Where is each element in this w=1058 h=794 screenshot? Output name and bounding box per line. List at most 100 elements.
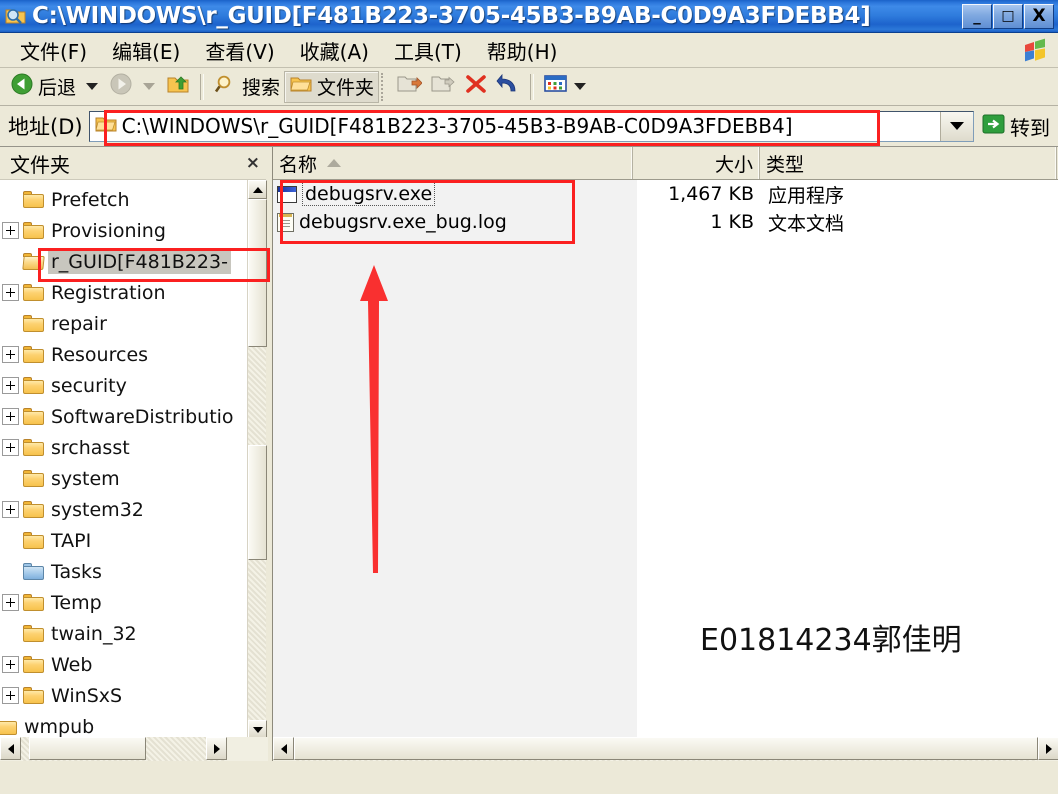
tree-item-srchasst[interactable]: srchasst bbox=[0, 432, 249, 463]
move-to-folder-icon bbox=[396, 73, 423, 100]
views-dropdown-icon[interactable] bbox=[574, 83, 587, 90]
move-to-button[interactable] bbox=[392, 72, 426, 102]
tree-item-r-guid[interactable]: r_GUID[F481B223- bbox=[0, 246, 249, 277]
folder-icon bbox=[23, 594, 45, 611]
expand-plus-icon[interactable] bbox=[2, 594, 19, 611]
folder-icon bbox=[95, 115, 117, 138]
tree-item-web[interactable]: Web bbox=[0, 649, 249, 680]
copy-to-folder-icon bbox=[430, 73, 456, 100]
tree-item-system32[interactable]: system32 bbox=[0, 494, 249, 525]
log-icon bbox=[277, 212, 294, 232]
back-button[interactable]: 后退 bbox=[6, 72, 80, 102]
tree-item-twain-32[interactable]: twain_32 bbox=[0, 618, 249, 649]
expand-plus-icon[interactable] bbox=[2, 656, 19, 673]
forward-button[interactable] bbox=[105, 72, 137, 102]
scrollbar-thumb[interactable] bbox=[248, 199, 267, 347]
scroll-right-button[interactable] bbox=[206, 737, 227, 760]
folder-icon bbox=[23, 439, 45, 456]
folder-icon bbox=[23, 625, 45, 642]
menu-item-edit[interactable]: 编辑(E) bbox=[102, 34, 190, 67]
close-icon: X bbox=[1032, 5, 1046, 26]
address-label: 地址(D) bbox=[8, 115, 83, 139]
scroll-right-button[interactable] bbox=[1038, 737, 1058, 760]
table-row[interactable]: debugsrv.exe 1,467 KB 应用程序 bbox=[273, 180, 1058, 208]
go-button[interactable]: 转到 bbox=[976, 110, 1058, 142]
tree-item-label: twain_32 bbox=[51, 622, 137, 645]
column-header-size[interactable]: 大小 bbox=[633, 147, 760, 179]
tree-item-label: r_GUID[F481B223- bbox=[48, 249, 231, 274]
menu-item-tools[interactable]: 工具(T) bbox=[384, 34, 472, 67]
scrollbar-thumb-secondary[interactable] bbox=[248, 445, 267, 560]
expand-plus-icon[interactable] bbox=[2, 408, 19, 425]
tree-item-tasks[interactable]: Tasks bbox=[0, 556, 249, 587]
tree-item-provisioning[interactable]: Provisioning bbox=[0, 215, 249, 246]
address-dropdown-button[interactable] bbox=[940, 111, 973, 141]
file-name-cell[interactable]: debugsrv.exe bbox=[273, 182, 633, 206]
folders-horizontal-scrollbar[interactable] bbox=[0, 737, 268, 761]
close-icon[interactable]: × bbox=[246, 153, 260, 173]
folders-toggle-button[interactable]: 文件夹 bbox=[284, 70, 380, 103]
tree-item-resources[interactable]: Resources bbox=[0, 339, 249, 370]
folder-icon bbox=[23, 222, 45, 239]
scrollbar-thumb[interactable] bbox=[29, 737, 146, 760]
back-dropdown-icon[interactable] bbox=[86, 83, 99, 90]
file-list-horizontal-scrollbar[interactable] bbox=[273, 737, 1058, 761]
file-name-cell[interactable]: debugsrv.exe_bug.log bbox=[273, 211, 633, 233]
toolbar-grip[interactable] bbox=[381, 72, 388, 101]
tree-item-registration[interactable]: Registration bbox=[0, 277, 249, 308]
scroll-left-button[interactable] bbox=[0, 737, 21, 760]
folder-tree[interactable]: Prefetch Provisioning r_GUID[F481B223- R… bbox=[0, 180, 249, 739]
expand-plus-icon[interactable] bbox=[2, 501, 19, 518]
minimize-button[interactable]: _ bbox=[962, 3, 992, 29]
maximize-button[interactable]: □ bbox=[993, 3, 1023, 29]
views-button[interactable] bbox=[540, 72, 597, 102]
folder-icon bbox=[23, 501, 45, 518]
folders-pane-title: 文件夹 bbox=[10, 152, 70, 177]
file-list-rows: debugsrv.exe 1,467 KB 应用程序 debugsrv.exe_… bbox=[273, 180, 1058, 236]
column-header-type[interactable]: 类型 bbox=[760, 147, 1057, 179]
column-header-name[interactable]: 名称 bbox=[273, 147, 633, 179]
minimize-icon: _ bbox=[973, 6, 981, 25]
tree-item-prefetch[interactable]: Prefetch bbox=[0, 184, 249, 215]
column-label: 类型 bbox=[766, 153, 805, 176]
forward-dropdown-icon[interactable] bbox=[143, 83, 156, 90]
tree-item-label: Tasks bbox=[51, 560, 102, 583]
tree-item-label: repair bbox=[51, 312, 107, 335]
menu-item-file[interactable]: 文件(F) bbox=[10, 34, 97, 67]
expand-plus-icon[interactable] bbox=[2, 687, 19, 704]
tree-item-winsxs[interactable]: WinSxS bbox=[0, 680, 249, 711]
expand-plus-icon[interactable] bbox=[2, 284, 19, 301]
folders-vertical-scrollbar[interactable] bbox=[247, 180, 267, 739]
expand-plus-icon[interactable] bbox=[2, 222, 19, 239]
tree-item-wmpub[interactable]: wmpub bbox=[0, 711, 249, 739]
close-button[interactable]: X bbox=[1024, 3, 1054, 29]
tree-item-softwaredistribution[interactable]: SoftwareDistributio bbox=[0, 401, 249, 432]
scroll-up-button[interactable] bbox=[248, 180, 267, 199]
delete-button[interactable] bbox=[460, 72, 492, 102]
menu-item-help[interactable]: 帮助(H) bbox=[477, 34, 568, 67]
scroll-up-icon bbox=[252, 186, 263, 193]
tree-item-system[interactable]: system bbox=[0, 463, 249, 494]
tree-item-tapi[interactable]: TAPI bbox=[0, 525, 249, 556]
folder-icon bbox=[23, 408, 45, 425]
scroll-left-button[interactable] bbox=[273, 737, 294, 760]
expand-plus-icon[interactable] bbox=[2, 377, 19, 394]
tree-item-temp[interactable]: Temp bbox=[0, 587, 249, 618]
copy-to-button[interactable] bbox=[426, 72, 460, 102]
table-row[interactable]: debugsrv.exe_bug.log 1 KB 文本文档 bbox=[273, 208, 1058, 236]
tree-item-security[interactable]: security bbox=[0, 370, 249, 401]
tree-item-repair[interactable]: repair bbox=[0, 308, 249, 339]
undo-button[interactable] bbox=[492, 72, 524, 102]
address-input[interactable]: C:\WINDOWS\r_GUID[F481B223-3705-45B3-B9A… bbox=[88, 110, 974, 142]
folder-icon bbox=[23, 470, 45, 487]
folder-icon bbox=[0, 718, 18, 735]
scroll-left-icon bbox=[280, 743, 287, 754]
search-button[interactable]: 搜索 bbox=[210, 72, 284, 102]
scrollbar-thumb[interactable] bbox=[294, 737, 1038, 760]
menu-item-favorites[interactable]: 收藏(A) bbox=[290, 34, 379, 67]
expand-plus-icon[interactable] bbox=[2, 439, 19, 456]
up-button[interactable] bbox=[162, 72, 194, 102]
expand-plus-icon[interactable] bbox=[2, 346, 19, 363]
menu-item-view[interactable]: 查看(V) bbox=[195, 34, 284, 67]
title-bar[interactable]: C:\WINDOWS\r_GUID[F481B223-3705-45B3-B9A… bbox=[0, 0, 1058, 33]
